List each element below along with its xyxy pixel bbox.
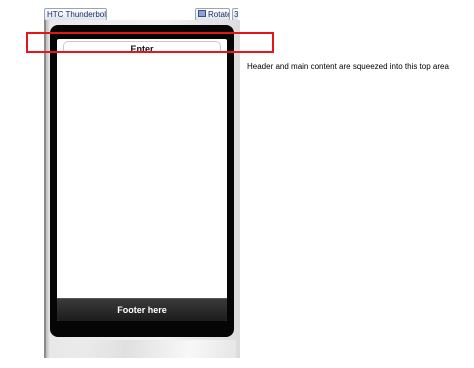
device-screen: Enter Footer here <box>57 39 227 321</box>
device-frame-sheen <box>80 340 236 358</box>
app-footer: Footer here <box>57 298 227 321</box>
rotate-icon <box>198 10 206 18</box>
rotate-button-label: Rotate <box>208 10 230 19</box>
annotation-text: Header and main content are squeezed int… <box>247 62 449 71</box>
toolbar-button-partial-label: 3 <box>234 10 238 19</box>
highlight-box <box>26 32 274 53</box>
app-footer-text: Footer here <box>117 305 167 315</box>
device-select-label: HTC Thunderbolt <box>47 10 107 19</box>
